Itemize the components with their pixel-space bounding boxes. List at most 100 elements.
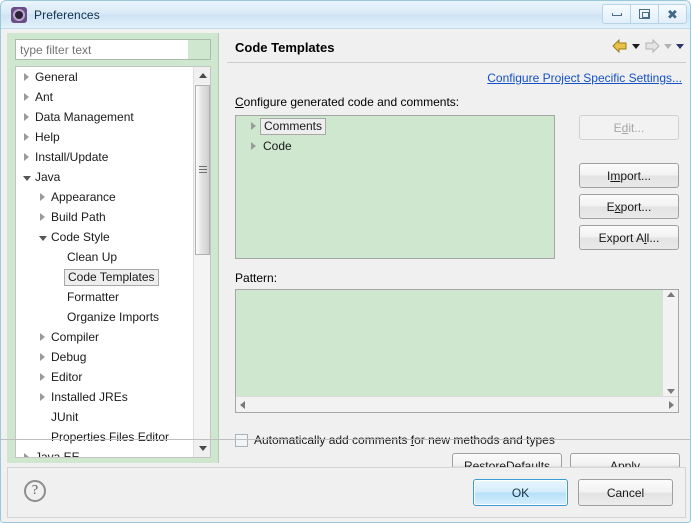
tree-item-formatter[interactable]: Formatter — [16, 287, 194, 307]
export-button[interactable]: Ex port... — [579, 194, 679, 219]
edit-label-pre: E — [613, 120, 622, 135]
auto-comments-row[interactable]: Automatically add comments for new metho… — [235, 433, 555, 447]
tree-item-label: Clean Up — [67, 250, 118, 264]
collapse-arrow-icon[interactable] — [20, 174, 33, 181]
tree-item-label: Organize Imports — [67, 310, 160, 324]
expand-arrow-icon[interactable] — [36, 353, 49, 361]
preferences-dialog: Preferences ✖ General Ant Data Management H… — [0, 0, 691, 523]
expand-arrow-icon[interactable] — [36, 193, 49, 201]
chevron-down-icon — [38, 235, 47, 241]
ok-button[interactable]: OK — [473, 479, 568, 506]
tree-item-appearance[interactable]: Appearance — [16, 187, 194, 207]
tree-item-java-ee[interactable]: Java EE — [16, 447, 194, 457]
minimize-button[interactable] — [602, 4, 631, 24]
collapse-arrow-icon[interactable] — [36, 234, 49, 241]
page-navigation — [612, 38, 684, 54]
pattern-scroll-left-icon[interactable] — [240, 401, 245, 409]
tree-item-data-management[interactable]: Data Management — [16, 107, 194, 127]
pattern-preview-box — [235, 289, 679, 413]
expand-arrow-icon[interactable] — [20, 153, 33, 161]
tree-item-label: Properties Files Editor — [51, 430, 170, 444]
pattern-text[interactable] — [236, 290, 662, 396]
chevron-right-icon — [24, 113, 29, 121]
back-arrow-icon[interactable] — [612, 38, 628, 54]
scroll-up-button[interactable] — [194, 67, 210, 84]
expand-arrow-icon[interactable] — [20, 113, 33, 121]
expand-arrow-icon[interactable] — [36, 393, 49, 401]
templates-list[interactable]: Comments Code — [235, 115, 555, 259]
template-item-comments[interactable]: Comments — [236, 116, 554, 136]
tree-item-debug[interactable]: Debug — [16, 347, 194, 367]
forward-arrow-icon — [644, 38, 660, 54]
tree-item-label: Java — [35, 170, 61, 184]
history-menu-chevron-down-icon[interactable] — [676, 43, 684, 49]
tree-item-help[interactable]: Help — [16, 127, 194, 147]
tree-item-install-update[interactable]: Install/Update — [16, 147, 194, 167]
scroll-down-button[interactable] — [194, 440, 210, 457]
tree-item-label: Appearance — [51, 190, 116, 204]
tree-item-label: Help — [35, 130, 60, 144]
expand-arrow-icon[interactable] — [20, 133, 33, 141]
import-button[interactable]: Im port... — [579, 163, 679, 188]
template-item-label: Comments — [260, 117, 327, 135]
help-question-icon[interactable]: ? — [24, 480, 46, 502]
preferences-gear-icon — [11, 6, 27, 23]
back-menu-chevron-down-icon[interactable] — [632, 43, 640, 49]
edit-label-mn: d — [621, 120, 629, 135]
search-input[interactable] — [16, 40, 188, 59]
auto-comments-pre: Automatically add comments — [254, 433, 411, 447]
export-all-label-post: l... — [646, 230, 660, 245]
auto-comments-checkbox[interactable] — [235, 433, 248, 447]
chevron-right-icon — [40, 193, 45, 201]
tree-item-code-style[interactable]: Code Style — [16, 227, 194, 247]
tree-item-java[interactable]: Java — [16, 167, 194, 187]
chevron-down-icon — [22, 175, 31, 181]
expand-arrow-icon[interactable] — [20, 453, 33, 457]
expand-arrow-icon[interactable] — [246, 142, 260, 150]
pattern-label-post: tern: — [253, 271, 278, 285]
pattern-vertical-scrollbar[interactable] — [662, 290, 678, 396]
pattern-scroll-up-icon[interactable] — [667, 292, 675, 297]
expand-arrow-icon[interactable] — [36, 373, 49, 381]
tree-item-build-path[interactable]: Build Path — [16, 207, 194, 227]
export-all-button[interactable]: Export Al l... — [579, 225, 679, 250]
forward-menu-chevron-down-icon — [664, 43, 672, 49]
pattern-scroll-down-icon[interactable] — [667, 389, 675, 394]
scroll-up-icon — [198, 73, 207, 78]
tree-item-compiler[interactable]: Compiler — [16, 327, 194, 347]
close-button[interactable]: ✖ — [658, 4, 687, 24]
expand-arrow-icon[interactable] — [20, 73, 33, 81]
scrollbar-thumb[interactable] — [195, 85, 210, 255]
scrollbar-grip-icon — [199, 166, 207, 174]
tree-item-general[interactable]: General — [16, 67, 194, 87]
pattern-horizontal-scrollbar[interactable] — [236, 396, 678, 412]
project-settings-link-row: Configure Project Specific Settings... — [227, 69, 686, 87]
tree-scrollbar[interactable] — [193, 67, 210, 457]
edit-button[interactable]: Ed it... — [579, 115, 679, 140]
dialog-footer: ? OK Cancel — [7, 467, 686, 518]
expand-arrow-icon[interactable] — [20, 93, 33, 101]
tree-item-properties-files-editor[interactable]: Properties Files Editor — [16, 427, 194, 447]
template-item-code[interactable]: Code — [236, 136, 554, 156]
pattern-label-pre: Pa — [235, 271, 250, 285]
expand-arrow-icon[interactable] — [36, 213, 49, 221]
tree-item-junit[interactable]: JUnit — [16, 407, 194, 427]
pattern-scroll-right-icon[interactable] — [669, 401, 674, 409]
tree-item-code-templates[interactable]: Code Templates — [16, 267, 194, 287]
tree-item-ant[interactable]: Ant — [16, 87, 194, 107]
tree-item-label: Editor — [51, 370, 83, 384]
chevron-right-icon — [40, 333, 45, 341]
tree-item-organize-imports[interactable]: Organize Imports — [16, 307, 194, 327]
filter-field-wrapper — [15, 39, 211, 60]
configure-project-specific-settings-link[interactable]: Configure Project Specific Settings... — [487, 71, 682, 85]
chevron-right-icon — [24, 133, 29, 141]
preferences-sidebar: General Ant Data Management Help Install/Upd… — [7, 33, 219, 463]
tree-item-editor[interactable]: Editor — [16, 367, 194, 387]
tree-item-installed-jres[interactable]: Installed JREs — [16, 387, 194, 407]
expand-arrow-icon[interactable] — [36, 333, 49, 341]
tree-item-clean-up[interactable]: Clean Up — [16, 247, 194, 267]
cancel-button[interactable]: Cancel — [578, 479, 673, 506]
maximize-button[interactable] — [630, 4, 659, 24]
expand-arrow-icon[interactable] — [246, 122, 260, 130]
window-title: Preferences — [34, 7, 100, 22]
